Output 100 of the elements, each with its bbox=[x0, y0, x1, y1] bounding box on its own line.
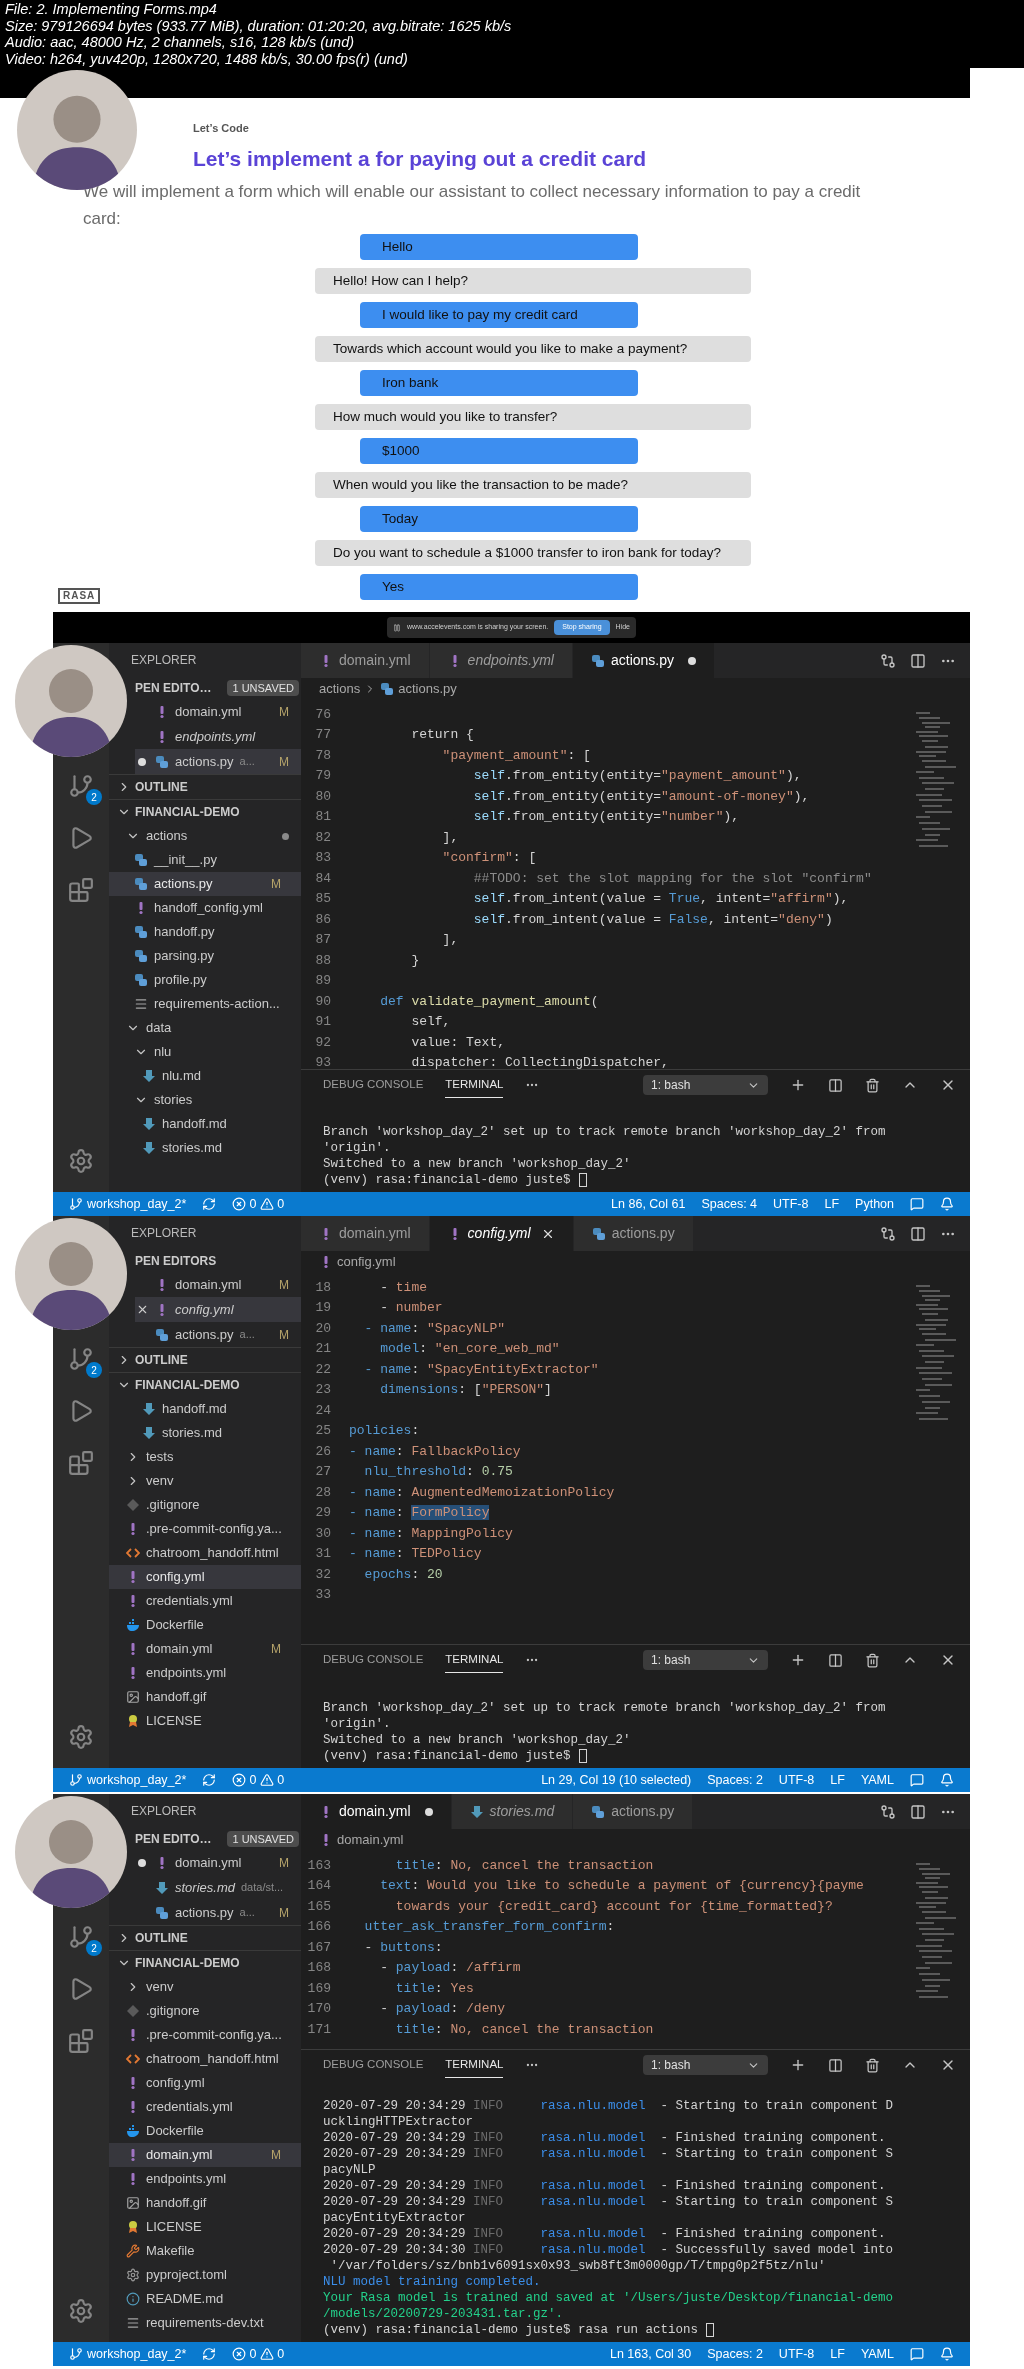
notification-icon[interactable] bbox=[940, 1773, 954, 1787]
sync-icon[interactable] bbox=[202, 1197, 217, 1211]
file-item[interactable]: credentials.yml bbox=[109, 2095, 301, 2119]
panel-tab[interactable]: DEBUG CONSOLE bbox=[323, 2051, 424, 2079]
trash-icon[interactable] bbox=[865, 1652, 880, 1668]
file-item[interactable]: LICENSE bbox=[109, 2215, 301, 2239]
open-editor-item[interactable]: domain.yml M bbox=[135, 699, 301, 724]
status-item[interactable]: Spaces: 2 bbox=[707, 1770, 763, 1790]
file-item[interactable]: .pre-commit-config.ya... bbox=[109, 1517, 301, 1541]
compare-icon[interactable] bbox=[880, 1225, 896, 1242]
folder-item[interactable]: data bbox=[109, 1016, 301, 1040]
open-editor-item[interactable]: actions.py a... M bbox=[135, 1322, 301, 1347]
extensions-icon[interactable] bbox=[68, 877, 94, 903]
extensions-icon[interactable] bbox=[68, 1450, 94, 1476]
new-terminal-icon[interactable] bbox=[790, 1077, 806, 1093]
trash-icon[interactable] bbox=[865, 1077, 880, 1093]
branch-status[interactable]: workshop_day_2* bbox=[69, 1770, 187, 1790]
errors-status[interactable]: 0 bbox=[232, 1194, 257, 1214]
feedback-icon[interactable] bbox=[910, 1773, 924, 1787]
file-item[interactable]: pyproject.toml bbox=[109, 2263, 301, 2287]
status-item[interactable]: LF bbox=[824, 1194, 840, 1214]
status-item[interactable]: Spaces: 4 bbox=[701, 1194, 758, 1214]
folder-item[interactable]: tests bbox=[109, 1445, 301, 1469]
open-editors-header[interactable]: PEN EDITORS bbox=[135, 1252, 217, 1270]
warnings-status[interactable]: 0 bbox=[260, 1194, 285, 1214]
branch-status[interactable]: workshop_day_2* bbox=[69, 2344, 187, 2364]
split-editor-icon[interactable] bbox=[910, 1225, 926, 1242]
compare-icon[interactable] bbox=[880, 652, 896, 669]
file-item[interactable]: requirements-dev.txt bbox=[109, 2311, 301, 2335]
notification-icon[interactable] bbox=[940, 2347, 954, 2361]
editor-tab[interactable]: stories.md bbox=[451, 1794, 574, 1829]
folder-item[interactable]: venv bbox=[109, 1975, 301, 1999]
open-editor-item[interactable]: domain.yml M bbox=[135, 1272, 301, 1297]
file-item[interactable]: LICENSE bbox=[109, 1709, 301, 1733]
editor-tab[interactable]: domain.yml bbox=[301, 1216, 430, 1251]
file-item[interactable]: handoff.md bbox=[109, 1112, 301, 1136]
file-item[interactable]: actions.py M bbox=[109, 872, 301, 896]
panel-tab[interactable]: TERMINAL bbox=[445, 2051, 504, 2079]
file-item[interactable]: stories.md bbox=[109, 1136, 301, 1160]
file-item[interactable]: endpoints.yml bbox=[109, 1661, 301, 1685]
errors-status[interactable]: 0 bbox=[232, 2344, 257, 2364]
file-item[interactable]: profile.py bbox=[109, 968, 301, 992]
warnings-status[interactable]: 0 bbox=[260, 1770, 285, 1790]
status-item[interactable]: UTF-8 bbox=[778, 1770, 815, 1790]
terminal-select[interactable]: 1: bash bbox=[643, 2055, 768, 2075]
folder-item[interactable]: venv bbox=[109, 1469, 301, 1493]
feedback-icon[interactable] bbox=[910, 2347, 924, 2361]
sync-icon[interactable] bbox=[202, 2347, 217, 2361]
file-item[interactable]: config.yml bbox=[109, 2071, 301, 2095]
editor-tab[interactable]: domain.yml bbox=[301, 1794, 452, 1829]
split-editor-icon[interactable] bbox=[910, 652, 926, 669]
status-item[interactable]: UTF-8 bbox=[773, 1194, 809, 1214]
errors-status[interactable]: 0 bbox=[232, 1770, 257, 1790]
file-item[interactable]: handoff.py bbox=[109, 920, 301, 944]
breadcrumb-item[interactable]: actions bbox=[319, 679, 361, 699]
editor-tab[interactable]: config.yml bbox=[429, 1216, 574, 1251]
status-item[interactable]: YAML bbox=[860, 1770, 894, 1790]
panel-tab[interactable]: DEBUG CONSOLE bbox=[323, 1071, 424, 1099]
status-item[interactable]: UTF-8 bbox=[778, 2344, 815, 2364]
status-item[interactable]: Ln 163, Col 30 bbox=[609, 2344, 692, 2364]
notification-icon[interactable] bbox=[940, 1197, 954, 1211]
file-item[interactable]: .pre-commit-config.ya... bbox=[109, 2023, 301, 2047]
file-item[interactable]: parsing.py bbox=[109, 944, 301, 968]
open-editor-item[interactable]: config.yml bbox=[135, 1297, 301, 1322]
folder-item[interactable]: actions bbox=[109, 824, 301, 848]
status-item[interactable]: Ln 29, Col 19 (10 selected) bbox=[541, 1770, 692, 1790]
file-item[interactable]: nlu.md bbox=[109, 1064, 301, 1088]
file-item[interactable]: Makefile bbox=[109, 2239, 301, 2263]
breadcrumb-item[interactable]: config.yml bbox=[337, 1252, 396, 1272]
file-item[interactable]: README.md bbox=[109, 2287, 301, 2311]
file-item[interactable]: endpoints.yml bbox=[109, 2167, 301, 2191]
file-item[interactable]: handoff_config.yml bbox=[109, 896, 301, 920]
file-item[interactable]: chatroom_handoff.html bbox=[109, 1541, 301, 1565]
file-item[interactable]: handoff.md bbox=[109, 1397, 301, 1421]
panel-tab[interactable]: TERMINAL bbox=[445, 1071, 504, 1099]
open-editor-item[interactable]: actions.py a... M bbox=[135, 749, 301, 774]
status-item[interactable]: YAML bbox=[860, 2344, 894, 2364]
editor-tab[interactable]: actions.py bbox=[573, 1216, 694, 1251]
file-item[interactable]: .gitignore bbox=[109, 1493, 301, 1517]
file-item[interactable]: .gitignore bbox=[109, 1999, 301, 2023]
file-item[interactable]: domain.yml M bbox=[109, 2143, 301, 2167]
open-editors-header[interactable]: PEN EDITO… bbox=[135, 1830, 212, 1848]
feedback-icon[interactable] bbox=[910, 1197, 924, 1211]
open-editor-item[interactable]: domain.yml M bbox=[135, 1850, 301, 1875]
split-editor-icon[interactable] bbox=[910, 1803, 926, 1820]
compare-icon[interactable] bbox=[880, 1803, 896, 1820]
file-item[interactable]: credentials.yml bbox=[109, 1589, 301, 1613]
status-item[interactable]: LF bbox=[830, 1770, 845, 1790]
file-item[interactable]: chatroom_handoff.html bbox=[109, 2047, 301, 2071]
file-item[interactable]: Dockerfile bbox=[109, 1613, 301, 1637]
file-item[interactable]: domain.yml M bbox=[109, 1637, 301, 1661]
breadcrumb-item[interactable]: actions.py bbox=[398, 679, 457, 699]
file-item[interactable]: __init__.py bbox=[109, 848, 301, 872]
settings-icon[interactable] bbox=[68, 1148, 94, 1174]
split-terminal-icon[interactable] bbox=[828, 1077, 843, 1093]
file-item[interactable]: handoff.gif bbox=[109, 2191, 301, 2215]
panel-tab[interactable]: DEBUG CONSOLE bbox=[323, 1646, 424, 1674]
file-item[interactable]: Dockerfile bbox=[109, 2119, 301, 2143]
extensions-icon[interactable] bbox=[68, 2028, 94, 2054]
branch-status[interactable]: workshop_day_2* bbox=[69, 1194, 187, 1214]
